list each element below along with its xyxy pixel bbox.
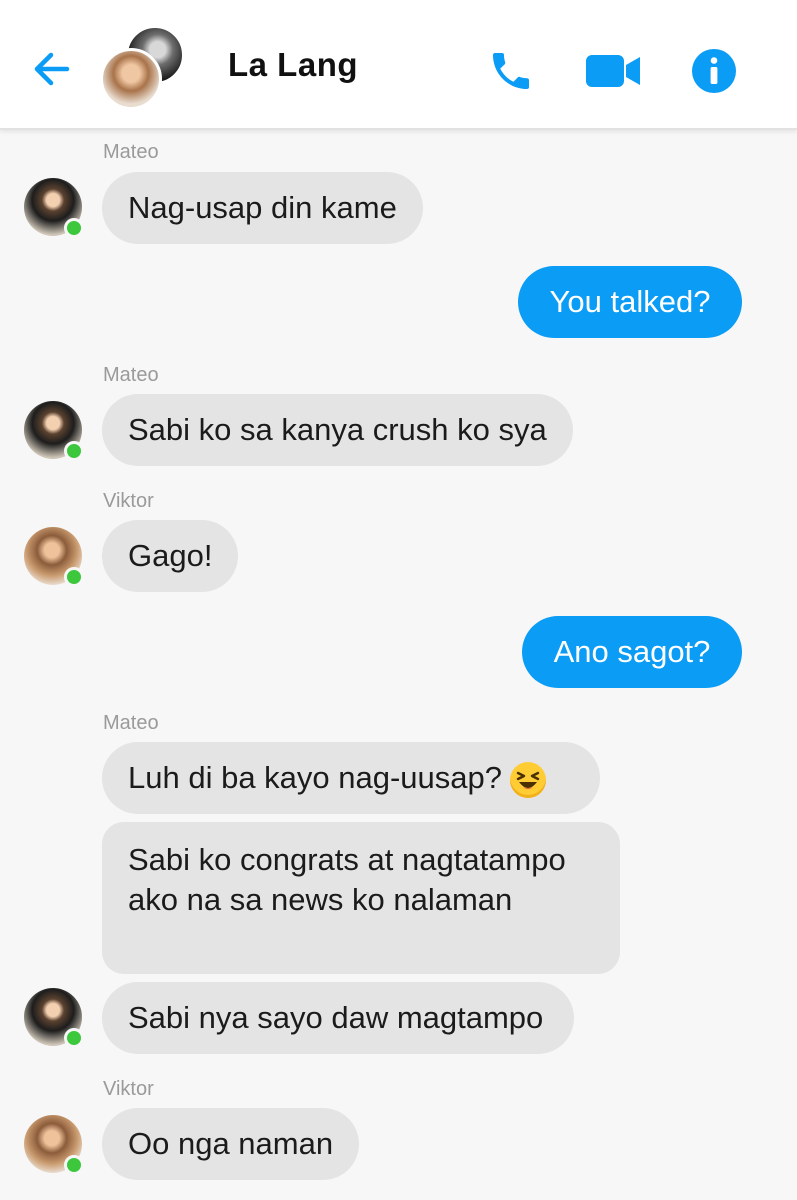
- sender-name: Mateo: [103, 141, 159, 163]
- online-indicator: [64, 1028, 84, 1048]
- avatar[interactable]: [24, 1115, 84, 1175]
- video-camera-icon: [586, 55, 640, 87]
- online-indicator: [64, 1155, 84, 1175]
- message-bubble[interactable]: Nag-usap din kame: [102, 172, 423, 244]
- info-button[interactable]: [690, 47, 738, 95]
- sender-name: Viktor: [103, 1078, 154, 1100]
- chat-title[interactable]: La Lang: [228, 46, 358, 84]
- online-indicator: [64, 441, 84, 461]
- avatar[interactable]: [24, 401, 84, 461]
- sender-name: Viktor: [103, 490, 154, 512]
- message-bubble[interactable]: Oo nga naman: [102, 1108, 360, 1180]
- avatar[interactable]: [24, 988, 84, 1048]
- arrow-left-icon: [34, 52, 70, 86]
- online-indicator: [64, 567, 84, 587]
- call-button[interactable]: [484, 44, 538, 98]
- info-icon: [692, 49, 736, 93]
- avatar[interactable]: [24, 178, 84, 238]
- phone-icon: [493, 53, 529, 89]
- message-bubble[interactable]: Luh di ba kayo nag-uusap?: [102, 742, 600, 814]
- message-bubble[interactable]: Sabi ko sa kanya crush ko sya: [102, 394, 573, 466]
- avatar[interactable]: [24, 527, 84, 587]
- grinning-squinting-face-emoji: [510, 761, 547, 798]
- chat-header: La Lang: [0, 0, 797, 130]
- my-message-bubble[interactable]: Ano sagot?: [522, 616, 742, 688]
- video-call-button[interactable]: [582, 44, 644, 98]
- back-button[interactable]: [26, 44, 76, 94]
- my-message-bubble[interactable]: You talked?: [518, 266, 742, 338]
- message-bubble[interactable]: Gago!: [102, 520, 239, 592]
- group-avatar[interactable]: [100, 26, 184, 110]
- message-bubble[interactable]: Sabi ko congrats at nagtatampo ako na sa…: [102, 822, 620, 974]
- message-bubble[interactable]: Sabi nya sayo daw magtampo: [102, 982, 574, 1054]
- online-indicator: [64, 218, 84, 238]
- sender-name: Mateo: [103, 364, 159, 386]
- member-avatar: [100, 48, 162, 110]
- message-text: Luh di ba kayo nag-uusap?: [128, 760, 503, 795]
- sender-name: Mateo: [103, 712, 159, 734]
